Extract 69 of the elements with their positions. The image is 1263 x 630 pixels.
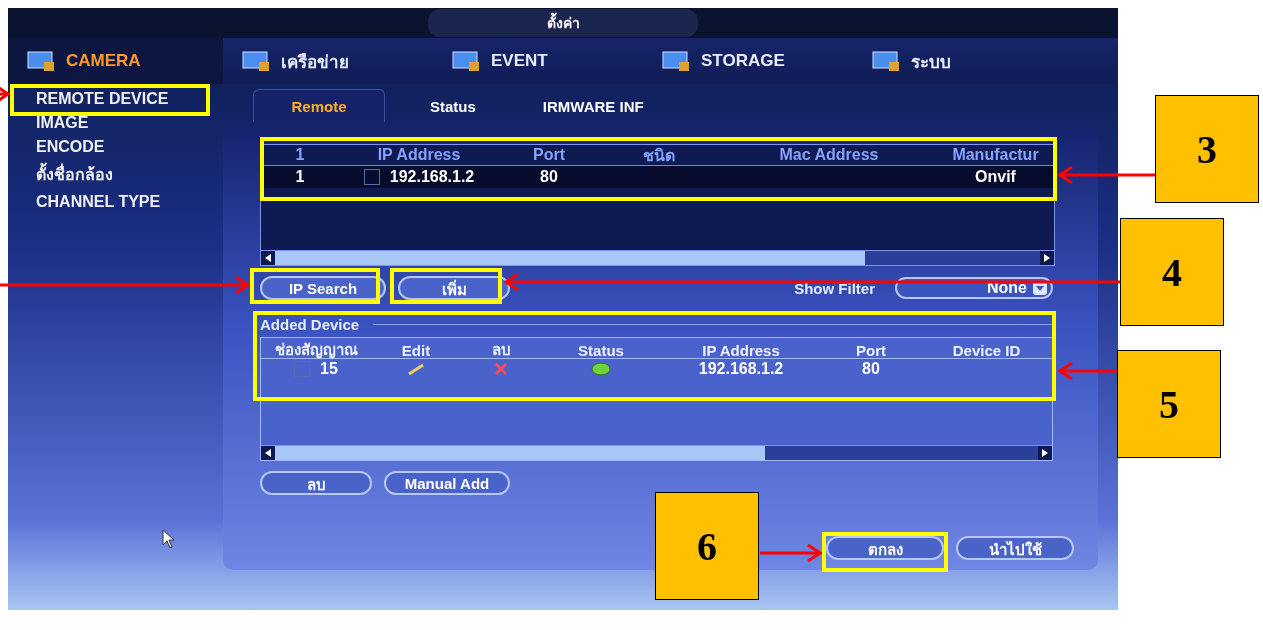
scroll-right-icon[interactable] bbox=[1042, 449, 1048, 457]
column-header[interactable]: Port bbox=[499, 146, 599, 164]
scroll-left-icon[interactable] bbox=[265, 449, 271, 457]
nav-tab-label: ระบบ bbox=[911, 51, 951, 74]
ok-button[interactable]: ตกลง bbox=[826, 536, 944, 560]
monitor-icon bbox=[871, 50, 901, 72]
nav-tab-label: STORAGE bbox=[701, 51, 785, 71]
column-header[interactable]: Mac Address bbox=[719, 146, 939, 164]
table-cell: 80 bbox=[862, 360, 880, 378]
nav-tab[interactable]: เครือข่าย bbox=[223, 47, 433, 75]
status-online-icon bbox=[591, 362, 611, 376]
callout-number: 5 bbox=[1117, 350, 1221, 458]
nav-tab[interactable]: ระบบ bbox=[853, 47, 1063, 75]
table-cell: 80 bbox=[540, 168, 558, 186]
sub-tab[interactable]: IRMWARE INF bbox=[497, 90, 666, 122]
window-title: ตั้งค่า bbox=[428, 9, 698, 37]
monitor-icon bbox=[451, 50, 481, 72]
section-title: Added Device bbox=[260, 316, 360, 333]
callout-number: 3 bbox=[1155, 95, 1259, 203]
arrow bbox=[1058, 361, 1119, 381]
table-cell: 192.168.1.2 bbox=[698, 360, 784, 378]
sidebar-item[interactable]: ตั้งชื่อกล้อง bbox=[36, 162, 215, 187]
filter-label: Show Filter bbox=[794, 279, 875, 297]
ip-search-button[interactable]: IP Search bbox=[260, 276, 386, 300]
nav-tab-label: EVENT bbox=[491, 51, 548, 71]
monitor-icon bbox=[241, 50, 271, 72]
column-header[interactable]: IP Address bbox=[661, 341, 821, 359]
column-header[interactable]: 1 bbox=[261, 146, 339, 164]
column-header[interactable]: Edit bbox=[371, 341, 461, 359]
scrollbar[interactable] bbox=[261, 250, 1054, 265]
checkbox[interactable] bbox=[294, 361, 311, 377]
sidebar-item[interactable]: CHANNEL TYPE bbox=[36, 193, 215, 211]
callout-number: 4 bbox=[1120, 218, 1224, 326]
table-cell: 1 bbox=[295, 168, 305, 186]
manual-add-button[interactable]: Manual Add bbox=[384, 471, 510, 495]
scrollbar[interactable] bbox=[261, 445, 1052, 460]
callout-number: 6 bbox=[655, 492, 759, 600]
sidebar-item[interactable]: ENCODE bbox=[36, 138, 215, 156]
nav-tab[interactable]: CAMERA bbox=[8, 38, 223, 84]
scroll-left-icon[interactable] bbox=[265, 254, 271, 262]
monitor-icon bbox=[661, 50, 691, 72]
nav-tab-label: CAMERA bbox=[66, 51, 141, 71]
add-button[interactable]: เพิ่ม bbox=[398, 276, 510, 300]
nav-tab[interactable]: STORAGE bbox=[643, 50, 853, 72]
column-header[interactable]: Port bbox=[821, 341, 921, 359]
nav-tab[interactable]: EVENT bbox=[433, 50, 643, 72]
sub-tab[interactable]: Status bbox=[385, 90, 498, 122]
sidebar-item[interactable]: IMAGE bbox=[36, 114, 215, 132]
table-cell: 192.168.1.2 bbox=[389, 168, 475, 186]
column-header[interactable]: IP Address bbox=[339, 146, 499, 164]
column-header[interactable]: ลบ bbox=[461, 338, 541, 362]
apply-button[interactable]: นำไปใช้ bbox=[956, 536, 1074, 560]
scroll-right-icon[interactable] bbox=[1044, 254, 1050, 262]
column-header[interactable]: Device ID bbox=[921, 341, 1052, 359]
nav-tab-label: เครือข่าย bbox=[281, 51, 349, 74]
sub-tab[interactable]: Remote bbox=[253, 89, 385, 122]
table-cell: Onvif bbox=[975, 168, 1016, 186]
column-header[interactable]: ชนิด bbox=[599, 142, 719, 168]
checkbox[interactable] bbox=[363, 169, 380, 185]
column-header[interactable]: ช่องสัญญาณ bbox=[261, 338, 371, 362]
monitor-icon bbox=[26, 50, 56, 72]
table-cell: 15 bbox=[320, 360, 338, 378]
column-header[interactable]: Status bbox=[541, 341, 661, 359]
pencil-icon[interactable] bbox=[407, 363, 425, 375]
delete-button[interactable]: ลบ bbox=[260, 471, 372, 495]
mouse-cursor-icon bbox=[162, 529, 176, 549]
column-header[interactable]: Manufactur bbox=[939, 146, 1052, 164]
sidebar-item[interactable]: REMOTE DEVICE bbox=[36, 90, 215, 108]
arrow bbox=[758, 543, 822, 563]
